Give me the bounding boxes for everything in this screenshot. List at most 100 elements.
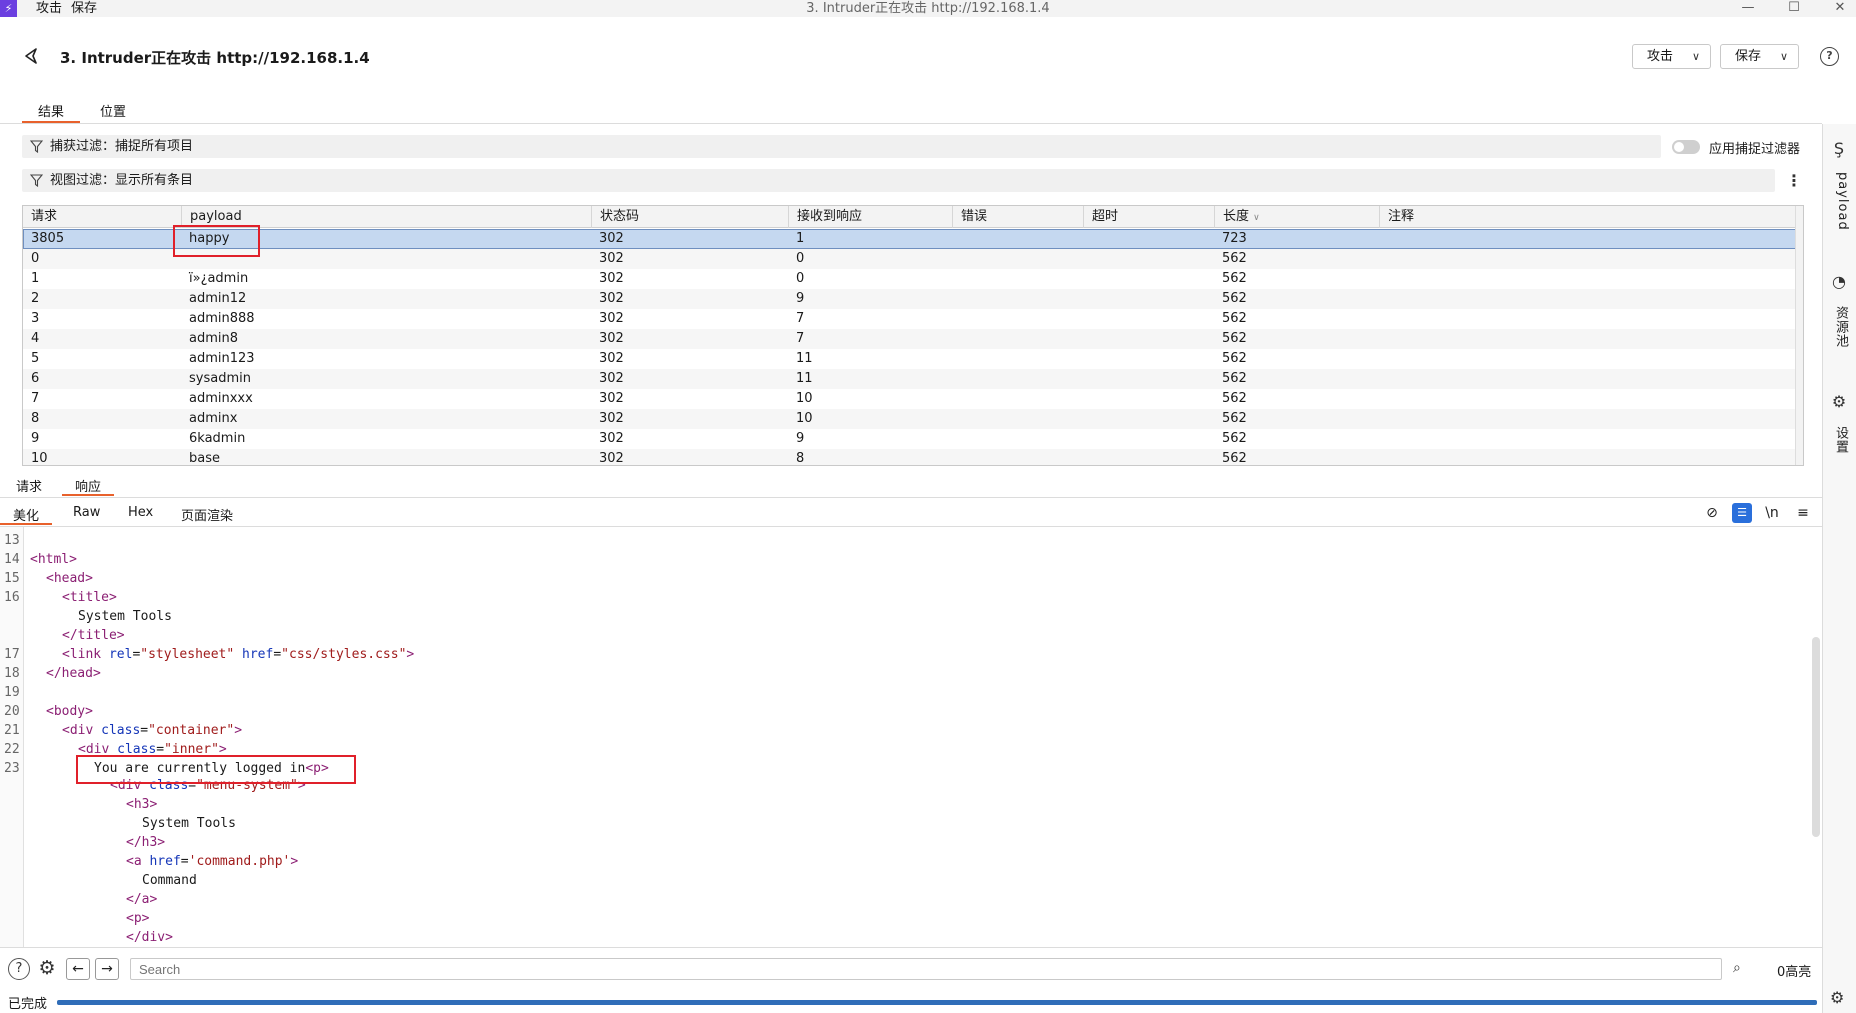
cell-received: 0 (796, 271, 805, 286)
search-input[interactable] (130, 958, 1722, 980)
code-line: <title> (62, 590, 117, 605)
cell-received: 8 (796, 451, 805, 466)
payload-icon[interactable]: Ş (1830, 140, 1848, 158)
code-line: <p> (126, 911, 150, 926)
editor-scrollbar[interactable] (1812, 637, 1820, 837)
tab-request[interactable]: 请求 (16, 476, 46, 496)
table-row[interactable]: 8 adminx 302 10 562 (23, 409, 1803, 429)
word-wrap-icon[interactable]: ☰ (1732, 503, 1752, 523)
cell-comment (1379, 349, 1387, 369)
close-icon[interactable]: ✕ (1830, 0, 1850, 17)
highlight-count: 0高亮 (1777, 965, 1812, 980)
attack-dropdown-button[interactable]: 攻击 ∨ (1632, 44, 1711, 69)
maximize-icon[interactable]: ☐ (1784, 0, 1804, 17)
response-editor[interactable]: 13 14 15 16 17 18 19 20 21 22 23 <html> … (0, 527, 1822, 947)
table-row[interactable]: 3805 happy 302 1 723 (23, 229, 1803, 249)
tab-results[interactable]: 结果 (22, 101, 80, 123)
minimize-icon[interactable]: — (1738, 0, 1758, 17)
cell-timeout (1083, 369, 1091, 389)
tab-hex[interactable]: Hex (128, 505, 153, 525)
table-row[interactable]: 6 sysadmin 302 11 562 (23, 369, 1803, 389)
menu-icon[interactable]: ≡ (1793, 503, 1813, 523)
table-row[interactable]: 4 admin8 302 7 562 (23, 329, 1803, 349)
tab-response[interactable]: 响应 (62, 476, 114, 496)
view-filter-bar[interactable]: 视图过滤：显示所有条目 (22, 169, 1775, 192)
line-number: 20 (4, 704, 20, 719)
sidebar-item-resource-pool[interactable]: 资源池 (1828, 306, 1850, 358)
table-row[interactable]: 7 adminxxx 302 10 562 (23, 389, 1803, 409)
back-icon[interactable] (22, 46, 42, 66)
status-text: 已完成 (8, 997, 48, 1012)
cell-timeout (1083, 249, 1091, 269)
cell-request: 6 (31, 371, 40, 386)
col-request[interactable]: 请求 (23, 206, 181, 228)
more-options-icon[interactable]: ⋮ (1786, 171, 1802, 190)
divider (0, 123, 1822, 124)
col-status[interactable]: 状态码 (591, 206, 788, 228)
progress-bar (57, 1000, 1817, 1005)
cell-status: 302 (599, 411, 624, 426)
col-comment[interactable]: 注释 (1379, 206, 1803, 228)
pie-chart-icon[interactable]: ◔ (1830, 273, 1848, 291)
cell-comment (1379, 409, 1387, 429)
newline-icon[interactable]: \n (1762, 503, 1782, 523)
line-number: 23 (4, 761, 20, 776)
table-body: 3805 happy 302 1 723 0 302 0 562 1 ï»¿admin 302 0 562… (23, 229, 1803, 466)
cell-timeout (1083, 349, 1091, 369)
cell-length: 562 (1222, 251, 1247, 266)
table-row[interactable]: 2 admin12 302 9 562 (23, 289, 1803, 309)
cell-status: 302 (599, 271, 624, 286)
cell-length: 562 (1222, 411, 1247, 426)
tab-pretty[interactable]: 美化 (0, 505, 52, 525)
col-response-received[interactable]: 接收到响应 (788, 206, 952, 228)
table-row[interactable]: 1 ï»¿admin 302 0 562 (23, 269, 1803, 289)
table-row[interactable]: 10 base 302 8 562 (23, 449, 1803, 466)
cell-request: 9 (31, 431, 40, 446)
divider (0, 497, 1822, 498)
progress-fill (57, 1000, 1817, 1005)
table-scrollbar[interactable] (1795, 206, 1803, 465)
tab-raw[interactable]: Raw (73, 505, 100, 525)
save-dropdown-button[interactable]: 保存 ∨ (1720, 44, 1799, 69)
capture-filter-bar[interactable]: 捕获过滤：捕捉所有项目 (22, 135, 1661, 158)
line-number: 17 (4, 647, 20, 662)
next-arrow-icon[interactable]: → (95, 958, 119, 980)
previous-arrow-icon[interactable]: ← (66, 958, 90, 980)
sidebar-item-payload[interactable]: payload (1828, 172, 1850, 234)
cell-error (952, 369, 960, 389)
search-icon[interactable]: ⌕ (1733, 960, 1741, 976)
gear-icon[interactable]: ⚙ (36, 958, 58, 980)
cell-received: 0 (796, 251, 805, 266)
cell-status: 302 (599, 251, 624, 266)
col-error[interactable]: 错误 (952, 206, 1083, 228)
gear-icon[interactable]: ⚙ (1830, 988, 1844, 1007)
line-number: 19 (4, 685, 20, 700)
apply-capture-filter-toggle[interactable] (1672, 140, 1700, 154)
table-row[interactable]: 5 admin123 302 11 562 (23, 349, 1803, 369)
help-icon[interactable]: ? (1820, 47, 1839, 66)
col-timeout[interactable]: 超时 (1083, 206, 1214, 228)
highlight-box (76, 755, 356, 784)
col-length[interactable]: 长度 ∨ (1214, 206, 1379, 228)
tab-positions[interactable]: 位置 (96, 101, 130, 123)
cell-comment (1379, 369, 1387, 389)
table-row[interactable]: 0 302 0 562 (23, 249, 1803, 269)
cell-status: 302 (599, 391, 624, 406)
filter-icon (30, 140, 43, 153)
tab-render[interactable]: 页面渲染 (181, 505, 233, 525)
table-header: 请求 payload 状态码 接收到响应 错误 超时 长度 ∨ 注释 (23, 206, 1803, 228)
cell-status: 302 (599, 431, 624, 446)
help-icon[interactable]: ? (8, 958, 30, 980)
view-filter-text: 视图过滤：显示所有条目 (50, 173, 194, 188)
sidebar-item-settings[interactable]: 设置 (1828, 426, 1850, 462)
cell-status: 302 (599, 451, 624, 466)
line-number: 15 (4, 571, 20, 586)
eye-hidden-icon[interactable]: ⊘ (1702, 503, 1722, 523)
table-row[interactable]: 3 admin888 302 7 562 (23, 309, 1803, 329)
page-title: 3. Intruder正在攻击 http://192.168.1.4 (60, 49, 370, 67)
gear-icon[interactable]: ⚙ (1830, 393, 1848, 411)
cell-comment (1379, 289, 1387, 309)
cell-received: 7 (796, 311, 805, 326)
apply-capture-filter-label: 应用捕捉过滤器 (1709, 142, 1801, 157)
table-row[interactable]: 9 6kadmin 302 9 562 (23, 429, 1803, 449)
